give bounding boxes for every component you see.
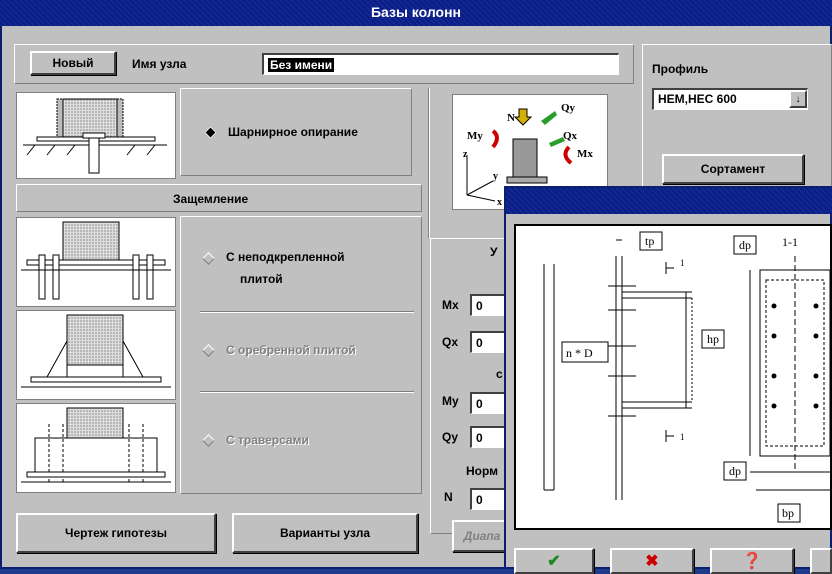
- range-button[interactable]: Диапа: [452, 520, 512, 552]
- dp-bottom-text: dp: [729, 464, 741, 478]
- force-n-text: N: [507, 112, 515, 124]
- traverse-base-image: [16, 403, 176, 493]
- hinged-base-image: [16, 92, 176, 179]
- loads-section2-label: с: [496, 367, 503, 381]
- unreinforced-base-image: [16, 217, 176, 307]
- axis-y-text: y: [493, 171, 498, 182]
- unreinforced-option[interactable]: С неподкрепленной плитой: [196, 240, 416, 300]
- tp-text: tp: [645, 234, 654, 248]
- node-name-input[interactable]: Без имени: [262, 53, 619, 75]
- radio-disabled-icon: [202, 434, 215, 447]
- separator: [200, 311, 414, 313]
- qx-label: Qx: [442, 335, 459, 349]
- ribbed-base-image: [16, 310, 176, 400]
- axis-z-text: z: [463, 149, 468, 160]
- traverse-option[interactable]: С траверсами: [196, 426, 416, 456]
- radio-unselected-icon: [202, 252, 215, 265]
- force-qx-text: Qx: [563, 130, 578, 142]
- variants-button[interactable]: Варианты узла: [232, 513, 418, 553]
- separator: [428, 88, 430, 238]
- node-name-value: Без имени: [268, 58, 335, 72]
- radio-disabled-icon: [202, 344, 215, 357]
- ok-check-icon[interactable]: ✔: [514, 548, 594, 574]
- sortament-button[interactable]: Сортамент: [662, 154, 804, 184]
- traverse-label: С траверсами: [226, 433, 309, 447]
- force-mx-text: Mx: [577, 148, 593, 160]
- profile-select[interactable]: HEM,HEC 600 ↓: [652, 88, 808, 110]
- force-qy-text: Qy: [561, 102, 576, 114]
- dp-top-text: dp: [739, 238, 751, 252]
- hp-text: hp: [707, 332, 719, 346]
- node-name-label: Имя узла: [132, 57, 187, 71]
- unreinforced-label-1: С неподкрепленной: [226, 250, 345, 264]
- radio-selected-icon: [204, 126, 217, 139]
- unreinforced-label-2: плитой: [240, 272, 283, 286]
- section-text: 1-1: [782, 235, 798, 249]
- extra-button[interactable]: [810, 548, 832, 574]
- profile-label: Профиль: [652, 62, 709, 76]
- dropdown-arrow-icon[interactable]: ↓: [789, 90, 807, 108]
- bp-text: bp: [782, 506, 794, 520]
- section-mark-text: 1: [680, 432, 685, 442]
- ribbed-option[interactable]: С оребренной плитой: [196, 336, 416, 366]
- axis-x-text: x: [497, 197, 502, 208]
- my-label: My: [442, 394, 459, 408]
- detail-drawing: tp dp 1-1 n * D hp dp bp 1 1: [514, 224, 832, 530]
- clamping-header: Защемление: [16, 184, 422, 212]
- normal-label: Норм: [466, 464, 499, 478]
- profile-selected: HEM,HEC 600: [658, 92, 737, 106]
- cancel-x-icon[interactable]: ✖: [610, 548, 694, 574]
- hinged-option[interactable]: Шарнирное опирание: [198, 92, 410, 172]
- clamping-label: Защемление: [173, 192, 249, 206]
- loads-section-label: У: [490, 245, 498, 259]
- section-mark-text: 1: [680, 258, 685, 268]
- nd-text: n * D: [566, 346, 593, 360]
- window-title: Базы колонн: [370, 4, 462, 20]
- hinged-label: Шарнирное опирание: [228, 125, 358, 139]
- help-icon[interactable]: ❓: [710, 548, 794, 574]
- n-label: N: [444, 490, 453, 504]
- title-bar: Базы колонн: [0, 0, 832, 26]
- force-my-text: My: [467, 130, 483, 142]
- ribbed-label: С оребренной плитой: [226, 343, 356, 357]
- separator: [200, 391, 414, 393]
- drawing-button[interactable]: Чертеж гипотезы: [16, 513, 216, 553]
- qy-label: Qy: [442, 430, 459, 444]
- dialog-title-bar: [506, 188, 832, 214]
- new-button[interactable]: Новый: [30, 51, 116, 75]
- mx-label: Mx: [442, 298, 459, 312]
